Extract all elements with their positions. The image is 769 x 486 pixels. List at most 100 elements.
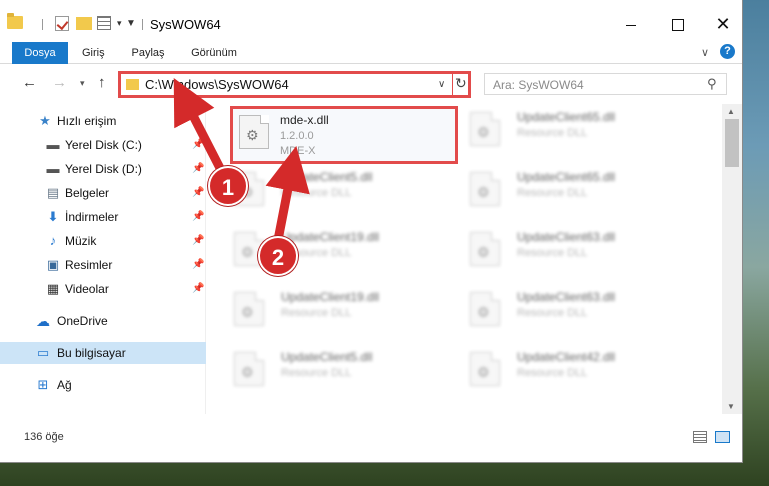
sidebar-item-local-disk-c[interactable]: ▬ Yerel Disk (C:) 📌	[0, 134, 206, 156]
pin-icon[interactable]: 📌	[192, 187, 204, 198]
navigation-pane: ★ Hızlı erişim ▬ Yerel Disk (C:) 📌 ▬ Yer…	[0, 104, 206, 414]
step-1-badge: 1	[208, 166, 248, 206]
new-folder-icon[interactable]	[76, 17, 92, 30]
dll-file-icon: ⚙	[470, 352, 500, 386]
dll-file-icon: ⚙	[239, 115, 269, 149]
customize-quick-access-icon[interactable]: ▼	[126, 18, 136, 36]
chevron-down-icon[interactable]: ▾	[117, 18, 122, 36]
maximize-button[interactable]	[654, 8, 700, 40]
vertical-scrollbar[interactable]: ▲ ▼	[722, 104, 742, 414]
sidebar-item-network[interactable]: ⊞ Ağ	[0, 374, 206, 396]
file-type: Resource DLL	[517, 187, 588, 199]
sidebar-item-downloads[interactable]: ⬇ İndirmeler 📌	[0, 206, 206, 228]
scroll-down-icon[interactable]: ▼	[727, 402, 735, 411]
tab-file[interactable]: Dosya	[12, 42, 68, 64]
cloud-icon: ☁	[36, 313, 50, 329]
file-item[interactable]: ⚙ UpdateClient65.dll Resource DLL	[450, 104, 680, 162]
file-type: Resource DLL	[281, 367, 352, 379]
network-icon: ⊞	[37, 377, 49, 392]
document-icon: ▤	[46, 185, 60, 200]
file-name: mde-x.dll	[280, 113, 329, 127]
sidebar-item-local-disk-d[interactable]: ▬ Yerel Disk (D:) 📌	[0, 158, 206, 180]
recent-locations-icon[interactable]: ▾	[80, 78, 85, 89]
file-item[interactable]: ⚙ UpdateClient42.dll Resource DLL	[450, 344, 680, 402]
details-view-icon[interactable]	[693, 431, 707, 443]
file-name: UpdateClient19.dll	[281, 230, 380, 244]
folder-icon	[7, 13, 23, 29]
forward-arrow-icon[interactable]: →	[52, 74, 67, 91]
gear-icon: ⚙	[241, 364, 254, 380]
download-icon: ⬇	[47, 209, 59, 224]
pin-icon[interactable]: 📌	[192, 163, 204, 174]
sidebar-item-pictures[interactable]: ▣ Resimler 📌	[0, 254, 206, 276]
file-name: UpdateClient42.dll	[517, 350, 616, 364]
drive-icon: ▬	[46, 137, 60, 152]
properties-check-icon[interactable]	[55, 16, 69, 31]
scroll-up-icon[interactable]: ▲	[727, 107, 735, 116]
sidebar-item-videos[interactable]: ▦ Videolar 📌	[0, 278, 206, 300]
tiles-view-icon[interactable]	[715, 431, 730, 443]
step-2-badge: 2	[258, 236, 298, 276]
gear-icon: ⚙	[477, 364, 490, 380]
file-item[interactable]: ⚙ UpdateClient19.dll Resource DLL	[214, 284, 444, 342]
tab-home[interactable]: Giriş	[82, 42, 105, 64]
file-description: MDE-X	[280, 145, 316, 157]
highlighted-file[interactable]: ⚙ mde-x.dll 1.2.0.0 MDE-X	[230, 106, 458, 164]
scroll-thumb[interactable]	[725, 119, 739, 167]
pin-icon[interactable]: 📌	[192, 235, 204, 246]
dll-file-icon: ⚙	[470, 232, 500, 266]
gear-icon: ⚙	[241, 244, 254, 260]
file-type: Resource DLL	[281, 307, 352, 319]
close-button[interactable]: ✕	[700, 8, 742, 40]
drive-icon: ▬	[46, 161, 60, 176]
up-arrow-icon[interactable]: ↑	[98, 74, 106, 91]
minimize-button[interactable]	[608, 8, 654, 40]
sidebar-item-onedrive[interactable]: ☁ OneDrive	[0, 310, 206, 332]
file-item[interactable]: ⚙ UpdateClient63.dll Resource DLL	[450, 284, 680, 342]
pin-icon[interactable]: 📌	[192, 259, 204, 270]
file-item[interactable]: ⚙ UpdateClient5.dll Resource DLL	[214, 164, 444, 222]
pictures-icon: ▣	[46, 257, 60, 272]
chevron-down-icon[interactable]: ∨	[438, 79, 445, 90]
refresh-icon[interactable]: ↻	[455, 75, 467, 92]
address-path[interactable]: C:\Windows\SysWOW64	[145, 77, 289, 92]
file-name: UpdateClient63.dll	[517, 290, 616, 304]
file-type: Resource DLL	[517, 307, 588, 319]
file-name: UpdateClient65.dll	[517, 170, 616, 184]
dll-file-icon: ⚙	[470, 112, 500, 146]
search-icon[interactable]: ⚲	[707, 76, 717, 92]
status-bar: 136 öğe	[0, 428, 742, 450]
file-name: UpdateClient63.dll	[517, 230, 616, 244]
file-name: UpdateClient5.dll	[281, 170, 373, 184]
search-box[interactable]: Ara: SysWOW64 ⚲	[484, 73, 727, 95]
sidebar-item-quick-access[interactable]: ★ Hızlı erişim	[0, 110, 206, 132]
tab-view[interactable]: Görünüm	[190, 42, 238, 64]
dll-file-icon: ⚙	[470, 292, 500, 326]
pin-icon[interactable]: 📌	[192, 211, 204, 222]
video-icon: ▦	[46, 281, 60, 296]
file-name: UpdateClient5.dll	[281, 350, 373, 364]
sidebar-item-documents[interactable]: ▤ Belgeler 📌	[0, 182, 206, 204]
list-properties-icon[interactable]	[97, 16, 111, 30]
search-input[interactable]: Ara: SysWOW64	[493, 78, 584, 92]
file-item[interactable]: ⚙ UpdateClient19.dll Resource DLL	[214, 224, 444, 282]
sidebar-item-music[interactable]: ♪ Müzik 📌	[0, 230, 206, 252]
navigation-bar: ← → ▾ ↑ C:\Windows\SysWOW64 ∨ ↻ Ara: Sys…	[0, 65, 742, 103]
ribbon-tabs: Dosya Giriş Paylaş Görünüm	[0, 42, 742, 64]
separator	[42, 19, 43, 30]
dll-file-icon: ⚙	[234, 292, 264, 326]
help-icon[interactable]: ?	[720, 44, 735, 59]
file-item[interactable]: ⚙ UpdateClient65.dll Resource DLL	[450, 164, 680, 222]
file-version: 1.2.0.0	[280, 130, 314, 142]
address-bar[interactable]: C:\Windows\SysWOW64 ∨ ↻	[118, 71, 471, 98]
gear-icon: ⚙	[477, 244, 490, 260]
expand-ribbon-icon[interactable]: ∨	[701, 46, 709, 59]
file-item[interactable]: ⚙ UpdateClient63.dll Resource DLL	[450, 224, 680, 282]
sidebar-item-this-pc[interactable]: ▭ Bu bilgisayar	[0, 342, 206, 364]
tab-share[interactable]: Paylaş	[130, 42, 166, 64]
pin-icon[interactable]: 📌	[192, 139, 204, 150]
pin-icon[interactable]: 📌	[192, 283, 204, 294]
gear-icon: ⚙	[477, 124, 490, 140]
file-item[interactable]: ⚙ UpdateClient5.dll Resource DLL	[214, 344, 444, 402]
back-arrow-icon[interactable]: ←	[22, 74, 37, 91]
